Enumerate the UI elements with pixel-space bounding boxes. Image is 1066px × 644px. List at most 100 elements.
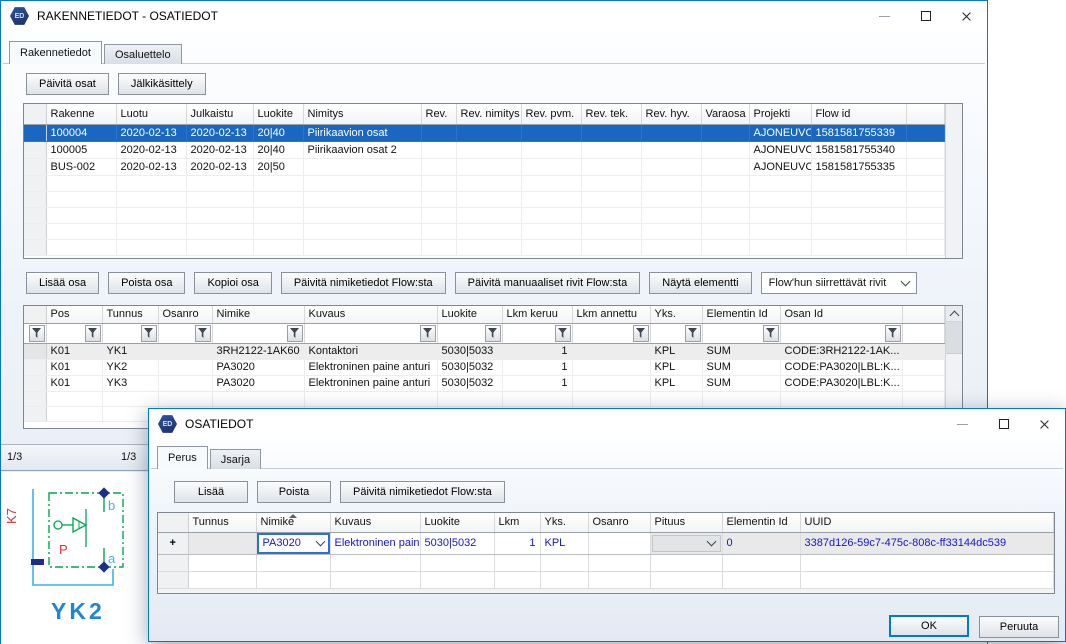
filter-cell[interactable]	[102, 323, 158, 343]
table-row[interactable]: K01 YK2 PA3020 Elektroninen paine anturi…	[24, 359, 945, 375]
cell	[701, 158, 749, 175]
table-row[interactable]: K01 YK3 PA3020 Elektroninen paine anturi…	[24, 375, 945, 391]
filter-funnel-icon[interactable]	[85, 325, 101, 342]
column-header[interactable]: Osanro	[158, 306, 212, 323]
remove-part-button[interactable]: Poista osa	[108, 272, 185, 294]
minimize-button[interactable]	[864, 1, 905, 31]
filter-cell[interactable]	[650, 323, 702, 343]
maximize-button[interactable]	[983, 409, 1024, 439]
column-header[interactable]: Tunnus	[188, 513, 256, 532]
filter-funnel-icon[interactable]	[420, 325, 436, 342]
column-header[interactable]: Elementin Id	[702, 306, 780, 323]
column-header[interactable]: Tunnus	[102, 306, 158, 323]
filter-cell[interactable]	[572, 323, 650, 343]
post-processing-button[interactable]: Jälkikäsittely	[118, 73, 206, 95]
vertical-scrollbar[interactable]	[945, 104, 962, 258]
filter-cell[interactable]	[304, 323, 437, 343]
table-row[interactable]: 100004 2020-02-13 2020-02-13 20|40 Piiri…	[24, 124, 945, 141]
table-row[interactable]: BUS-002 2020-02-13 2020-02-13 20|50 AJON…	[24, 158, 945, 175]
column-header[interactable]: Varaosa	[701, 104, 749, 124]
scrollbar-thumb[interactable]	[946, 322, 962, 354]
filter-cell[interactable]	[24, 323, 46, 343]
column-header[interactable]: Yks.	[650, 306, 702, 323]
cell	[158, 343, 212, 359]
column-header[interactable]: UUID	[800, 513, 1054, 532]
maximize-button[interactable]	[905, 1, 946, 31]
update-manual-rows-button[interactable]: Päivitä manuaaliset rivit Flow:sta	[455, 272, 641, 294]
column-header[interactable]: Pituus	[650, 513, 722, 532]
remove-button[interactable]: Poista	[257, 481, 331, 503]
filter-funnel-icon[interactable]	[195, 325, 211, 342]
column-header[interactable]: Kuvaus	[304, 306, 437, 323]
part-row[interactable]: + PA3020 Elektroninen paine 5030|5032 1 …	[158, 532, 1054, 554]
column-header[interactable]: Nimike	[212, 306, 304, 323]
ok-button[interactable]: OK	[889, 615, 969, 637]
table-row[interactable]: 100005 2020-02-13 2020-02-13 20|40 Piiri…	[24, 141, 945, 158]
column-header[interactable]: Lkm keruu	[502, 306, 572, 323]
tab-perus[interactable]: Perus	[157, 446, 208, 469]
filter-cell[interactable]	[780, 323, 902, 343]
column-header[interactable]: Rev. pvm.	[521, 104, 581, 124]
column-header[interactable]: Lkm annettu	[572, 306, 650, 323]
filter-funnel-icon[interactable]	[29, 325, 45, 342]
rows-filter-value: Flow'hun siirrettävät rivit	[769, 277, 887, 289]
close-button[interactable]	[1024, 409, 1065, 439]
column-header[interactable]: Elementin Id	[722, 513, 800, 532]
filter-cell[interactable]	[437, 323, 502, 343]
filter-funnel-icon[interactable]	[685, 325, 701, 342]
filter-funnel-icon[interactable]	[287, 325, 303, 342]
filter-cell[interactable]	[158, 323, 212, 343]
column-header[interactable]: Rev. tek.	[581, 104, 641, 124]
scroll-up-button[interactable]	[946, 306, 962, 322]
column-header[interactable]: Nimike	[256, 513, 330, 532]
update-parts-button[interactable]: Päivitä osat	[26, 73, 109, 95]
close-button[interactable]	[946, 1, 987, 31]
tab-jsarja[interactable]: Jsarja	[210, 449, 261, 469]
column-header[interactable]: Lkm	[494, 513, 540, 532]
update-item-data-button[interactable]: Päivitä nimiketiedot Flow:sta	[340, 481, 505, 503]
add-button[interactable]: Lisää	[174, 481, 248, 503]
column-header[interactable]: Projekti	[749, 104, 811, 124]
nimike-combobox[interactable]: PA3020	[257, 533, 330, 554]
copy-part-button[interactable]: Kopioi osa	[194, 272, 271, 294]
cell	[456, 141, 521, 158]
column-header[interactable]: Osan Id	[780, 306, 902, 323]
filter-cell[interactable]	[502, 323, 572, 343]
filter-funnel-icon[interactable]	[633, 325, 649, 342]
column-header[interactable]: Luokite	[420, 513, 494, 532]
column-header[interactable]: Pos	[46, 306, 102, 323]
filter-funnel-icon[interactable]	[485, 325, 501, 342]
tab-osaluettelo[interactable]: Osaluettelo	[104, 44, 182, 64]
column-header[interactable]: Julkaistu	[186, 104, 253, 124]
pituus-dropdown[interactable]	[652, 535, 721, 552]
cancel-button[interactable]: Peruuta	[979, 616, 1059, 638]
column-header[interactable]: Rev. nimitys	[456, 104, 521, 124]
column-header[interactable]: Luokite	[437, 306, 502, 323]
filter-cell[interactable]	[702, 323, 780, 343]
column-header[interactable]: Luotu	[116, 104, 186, 124]
table-row[interactable]: K01 YK1 3RH2122-1AK60 Kontaktori 5030|50…	[24, 343, 945, 359]
tab-rakennetiedot[interactable]: Rakennetiedot	[9, 41, 102, 64]
column-header[interactable]: Luokite	[253, 104, 303, 124]
minimize-button[interactable]	[942, 409, 983, 439]
filter-funnel-icon[interactable]	[885, 325, 901, 342]
add-part-button[interactable]: Lisää osa	[26, 272, 99, 294]
column-header[interactable]: Kuvaus	[330, 513, 420, 532]
desktop: ED RAKENNETIEDOT - OSATIEDOT Rakennetied…	[0, 0, 1066, 644]
filter-cell[interactable]	[212, 323, 304, 343]
column-header[interactable]: Osanro	[588, 513, 650, 532]
filter-cell[interactable]	[46, 323, 102, 343]
update-item-data-button[interactable]: Päivitä nimiketiedot Flow:sta	[281, 272, 446, 294]
column-header[interactable]: Nimitys	[303, 104, 421, 124]
filter-funnel-icon[interactable]	[555, 325, 571, 342]
filter-funnel-icon[interactable]	[763, 325, 779, 342]
show-element-button[interactable]: Näytä elementti	[649, 272, 751, 294]
rows-filter-dropdown[interactable]: Flow'hun siirrettävät rivit	[761, 272, 917, 294]
column-header[interactable]: Flow id	[811, 104, 906, 124]
column-header[interactable]: Rev.	[421, 104, 456, 124]
app-icon: ED	[10, 7, 29, 26]
column-header[interactable]: Yks.	[540, 513, 588, 532]
column-header[interactable]: Rev. hyv.	[641, 104, 701, 124]
filter-funnel-icon[interactable]	[141, 325, 157, 342]
column-header[interactable]: Rakenne	[46, 104, 116, 124]
